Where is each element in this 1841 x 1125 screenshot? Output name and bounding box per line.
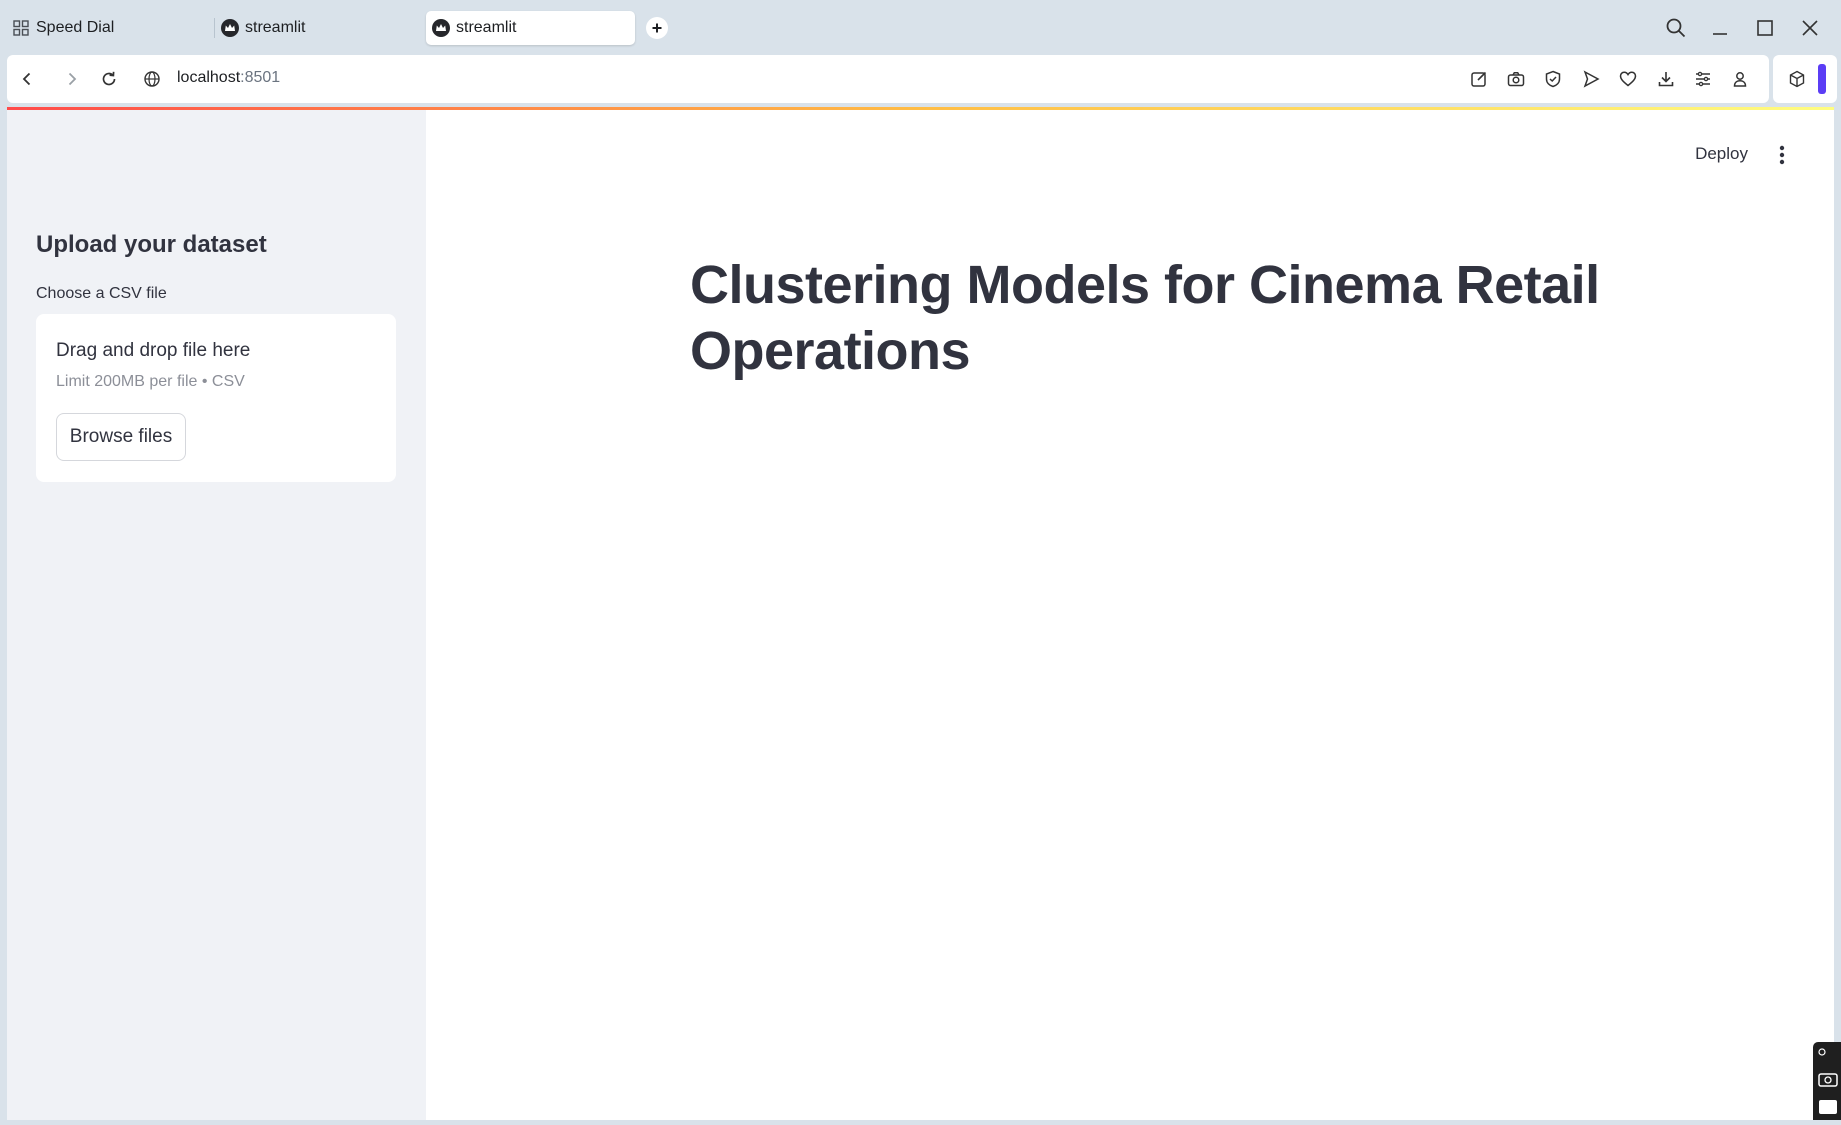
close-window-button[interactable] [1794,12,1826,44]
floating-capture-widget[interactable] [1813,1042,1841,1120]
url-host: localhost [177,69,241,86]
uploader-label: Choose a CSV file [36,285,167,302]
forward-button[interactable] [60,67,84,91]
search-icon [1666,18,1686,38]
tab-label: Speed Dial [36,19,115,36]
streamlit-crown-icon [432,19,450,37]
sidebar: Upload your dataset Choose a CSV file Dr… [7,110,426,1120]
minimize-icon [1713,33,1727,35]
grid-icon [13,20,29,36]
globe-icon [144,71,160,87]
new-tab-button[interactable] [646,17,668,39]
close-icon [1802,20,1818,36]
easy-setup-button[interactable] [1691,67,1715,91]
main-menu-button[interactable] [1772,142,1792,168]
downloads-button[interactable] [1654,67,1678,91]
heart-icon [1619,71,1637,87]
browse-files-button[interactable]: Browse files [56,413,186,461]
minimize-button[interactable] [1704,12,1736,44]
camera-icon [1818,1048,1838,1114]
deploy-button[interactable]: Deploy [1695,144,1748,164]
tab-streamlit-active[interactable]: streamlit [426,11,635,45]
download-icon [1658,72,1674,87]
send-button[interactable] [1579,67,1603,91]
edit-button[interactable] [1467,67,1491,91]
url-field[interactable]: localhost:8501 [177,69,280,87]
maximize-icon [1757,20,1773,36]
extensions-area [1773,55,1837,103]
tab-separator [214,18,215,38]
favorites-button[interactable] [1616,67,1640,91]
snapshot-button[interactable] [1504,67,1528,91]
profile-icon [1733,72,1747,87]
address-bar: localhost:8501 [7,55,1769,103]
tab-label: streamlit [245,19,306,36]
cube-icon [1789,70,1805,88]
back-button[interactable] [15,67,39,91]
page-title: Clustering Models for Cinema Retail Oper… [690,255,1600,381]
page-viewport: Upload your dataset Choose a CSV file Dr… [7,107,1834,1120]
reload-button[interactable] [97,67,121,91]
shield-icon [1545,70,1561,88]
browser-search-button[interactable] [1660,12,1692,44]
file-dropzone[interactable]: Drag and drop file here Limit 200MB per … [36,314,396,482]
camera-icon [1507,72,1525,87]
extensions-button[interactable] [1785,67,1809,91]
site-info-button[interactable] [140,67,164,91]
plus-icon [652,23,662,33]
send-icon [1583,70,1600,88]
main-content: Deploy Clustering Models for Cinema Reta… [426,110,1834,1120]
reload-icon [102,71,116,86]
dropzone-title: Drag and drop file here [56,340,251,361]
extension-accent-bar [1818,64,1826,94]
maximize-button[interactable] [1749,12,1781,44]
tab-label: streamlit [456,19,517,36]
edit-icon [1471,71,1487,87]
adblock-button[interactable] [1541,67,1565,91]
url-port: :8501 [240,69,281,86]
kebab-menu-icon [1779,145,1785,165]
browser-tab-strip: Speed Dial streamlit streamlit [0,0,1841,54]
dropzone-limit: Limit 200MB per file • CSV [56,373,245,390]
tab-streamlit-1[interactable]: streamlit [221,11,421,45]
chevron-right-icon [68,72,77,86]
profile-button[interactable] [1728,67,1752,91]
streamlit-crown-icon [221,19,239,37]
tab-speed-dial[interactable]: Speed Dial [12,11,202,45]
chevron-left-icon [22,72,31,86]
sliders-icon [1696,71,1710,87]
sidebar-header: Upload your dataset [36,231,267,258]
